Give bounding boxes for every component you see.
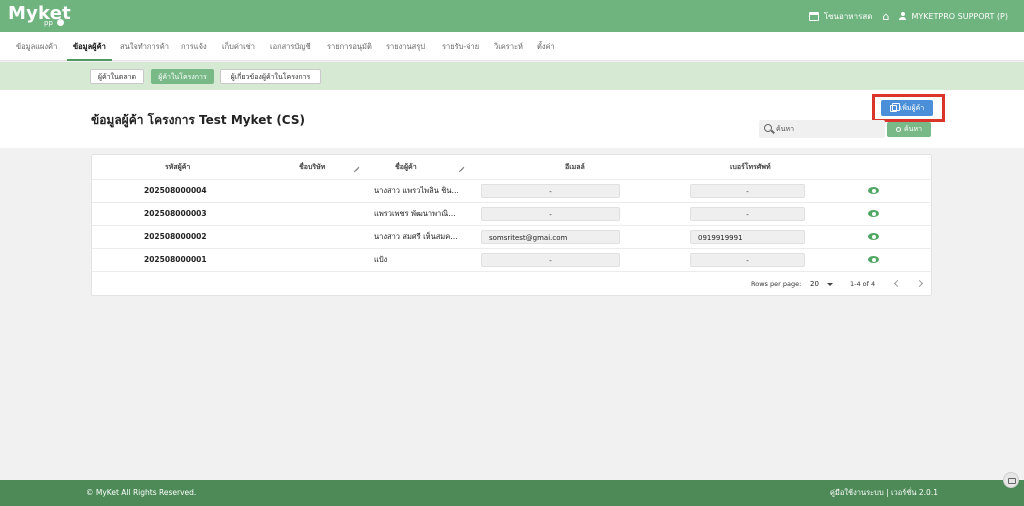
table-row: 202508000003 แพรวเพชร พัฒนาพาณิ… - - bbox=[92, 202, 931, 225]
eye-icon[interactable] bbox=[868, 210, 879, 217]
vendor-code: 202508000001 bbox=[144, 255, 207, 264]
user-label: MYKETPRO SUPPORT (P) bbox=[911, 11, 1008, 21]
page-header: ข้อมูลผู้ค้า โครงการ Test Myket (CS) เพิ… bbox=[0, 90, 1024, 148]
rows-per-page-select[interactable]: 20 bbox=[810, 272, 819, 297]
vendor-company bbox=[279, 203, 359, 225]
vendor-code: 202508000002 bbox=[144, 232, 207, 241]
vendor-phone: - bbox=[690, 253, 805, 267]
resize-icon[interactable] bbox=[353, 164, 359, 170]
add-vendor-label: เพิ่มผู้ค้า bbox=[899, 103, 925, 112]
nav-item-income-expense[interactable]: รายรับ-จ่าย bbox=[442, 32, 479, 61]
table-pagination: Rows per page: 20 1-4 of 4 bbox=[92, 271, 931, 296]
page-footer: © MyKet All Rights Reserved. คู่มือใช้งา… bbox=[0, 480, 1024, 506]
vendor-phone: 0919919991 bbox=[690, 230, 805, 244]
manual-version-link[interactable]: คู่มือใช้งานระบบ | เวอร์ชั่น 2.0.1 bbox=[830, 480, 938, 506]
pagination-range: 1-4 of 4 bbox=[850, 280, 876, 288]
top-bar-actions: โซนอาหารสด ⌂ MYKETPRO SUPPORT (P) bbox=[808, 0, 1008, 32]
vendor-code: 202508000003 bbox=[144, 209, 207, 218]
nav-item-approvals[interactable]: รายการอนุมัติ bbox=[327, 32, 372, 61]
copy-add-icon bbox=[889, 102, 901, 112]
vendor-company bbox=[279, 226, 359, 248]
subtab-market-vendors[interactable]: ผู้ค้าในตลาด bbox=[90, 69, 144, 84]
nav-item-rent[interactable]: เก็บค่าเช่า bbox=[222, 32, 255, 61]
vendor-name: นางสาว แพรวไพลิน ชิน… bbox=[374, 186, 458, 195]
store-zone-button[interactable]: โซนอาหารสด bbox=[808, 10, 873, 23]
nav-item-stalls[interactable]: ข้อมูลแผงค้า bbox=[16, 32, 57, 61]
top-bar: Myket pp โซนอาหารสด ⌂ MYKETPRO SUPPORT (… bbox=[0, 0, 1024, 32]
main-nav: ข้อมูลแผงค้า ข้อมูลผู้ค้า สนใจทำการค้า ก… bbox=[0, 32, 1024, 61]
eye-icon[interactable] bbox=[868, 256, 879, 263]
search-input[interactable] bbox=[776, 121, 876, 137]
vendor-email: somsritest@gmai.com bbox=[481, 230, 620, 244]
subtab-project-vendors[interactable]: ผู้ค้าในโครงการ bbox=[151, 69, 214, 84]
vendor-phone: - bbox=[690, 207, 805, 221]
column-header-code[interactable]: รหัสผู้ค้า bbox=[165, 155, 190, 179]
nav-item-reports[interactable]: รายงานสรุป bbox=[386, 32, 425, 61]
nav-item-accounting[interactable]: เอกสารบัญชี bbox=[270, 32, 311, 61]
search-button-icon bbox=[895, 127, 901, 132]
search-button[interactable]: ค้นหา bbox=[887, 122, 931, 137]
home-icon: ⌂ bbox=[882, 9, 890, 23]
store-zone-label: โซนอาหารสด bbox=[823, 11, 873, 21]
nav-item-vendors[interactable]: ข้อมูลผู้ค้า bbox=[67, 32, 112, 61]
resize-icon[interactable] bbox=[458, 164, 464, 170]
chat-icon[interactable] bbox=[1003, 472, 1019, 488]
vendor-company bbox=[279, 180, 359, 202]
column-header-name[interactable]: ชื่อผู้ค้า bbox=[395, 155, 417, 179]
subtab-related-vendors[interactable]: ผู้เกี่ยวข้องผู้ค้าในโครงการ bbox=[220, 69, 321, 84]
vendor-phone: - bbox=[690, 184, 805, 198]
vendor-email: - bbox=[481, 207, 620, 221]
nav-item-analysis[interactable]: วิเคราะห์ bbox=[494, 32, 523, 61]
add-vendor-button[interactable]: เพิ่มผู้ค้า bbox=[881, 100, 933, 116]
chevron-left-icon[interactable] bbox=[893, 279, 902, 288]
vendor-company bbox=[279, 249, 359, 271]
nav-item-settings[interactable]: ตั้งค่า bbox=[537, 32, 555, 61]
vendor-name: แพรวเพชร พัฒนาพาณิ… bbox=[374, 209, 456, 218]
logo-dot-icon bbox=[57, 19, 64, 26]
vendor-table: รหัสผู้ค้า ชื่อบริษัท ชื่อผู้ค้า อีเมลล์… bbox=[91, 154, 932, 296]
table-row: 202508000002 นางสาว สมศรี เห็นสมค… somsr… bbox=[92, 225, 931, 248]
search-button-label: ค้นหา bbox=[903, 125, 922, 133]
copyright-text: © MyKet All Rights Reserved. bbox=[86, 488, 197, 497]
nav-item-interested[interactable]: สนใจทำการค้า bbox=[120, 32, 169, 61]
vendor-email: - bbox=[481, 184, 620, 198]
column-header-company[interactable]: ชื่อบริษัท bbox=[299, 155, 325, 179]
chevron-down-icon[interactable] bbox=[827, 283, 833, 286]
search-icon bbox=[764, 124, 772, 132]
user-icon bbox=[899, 12, 907, 20]
vendor-name: แป้ง bbox=[374, 255, 388, 264]
home-button[interactable]: ⌂ bbox=[882, 11, 889, 22]
store-icon bbox=[808, 11, 819, 21]
table-row: 202508000004 นางสาว แพรวไพลิน ชิน… - - bbox=[92, 179, 931, 202]
nav-item-notify[interactable]: การแจ้ง bbox=[181, 32, 207, 61]
column-header-email[interactable]: อีเมลล์ bbox=[565, 155, 585, 179]
column-header-phone[interactable]: เบอร์โทรศัพท์ bbox=[730, 155, 771, 179]
vendor-name: นางสาว สมศรี เห็นสมค… bbox=[374, 232, 458, 241]
user-menu-button[interactable]: MYKETPRO SUPPORT (P) bbox=[899, 12, 1008, 21]
app-logo-sub: pp bbox=[44, 19, 53, 27]
page-title: ข้อมูลผู้ค้า โครงการ Test Myket (CS) bbox=[91, 113, 305, 127]
chevron-right-icon[interactable] bbox=[915, 279, 924, 288]
eye-icon[interactable] bbox=[868, 187, 879, 194]
rows-per-page-label: Rows per page: bbox=[751, 280, 802, 288]
vendor-code: 202508000004 bbox=[144, 186, 207, 195]
table-row: 202508000001 แป้ง - - bbox=[92, 248, 931, 271]
vendor-email: - bbox=[481, 253, 620, 267]
sub-tab-bar: ผู้ค้าในตลาด ผู้ค้าในโครงการ ผู้เกี่ยวข้… bbox=[0, 62, 1024, 90]
eye-icon[interactable] bbox=[868, 233, 879, 240]
